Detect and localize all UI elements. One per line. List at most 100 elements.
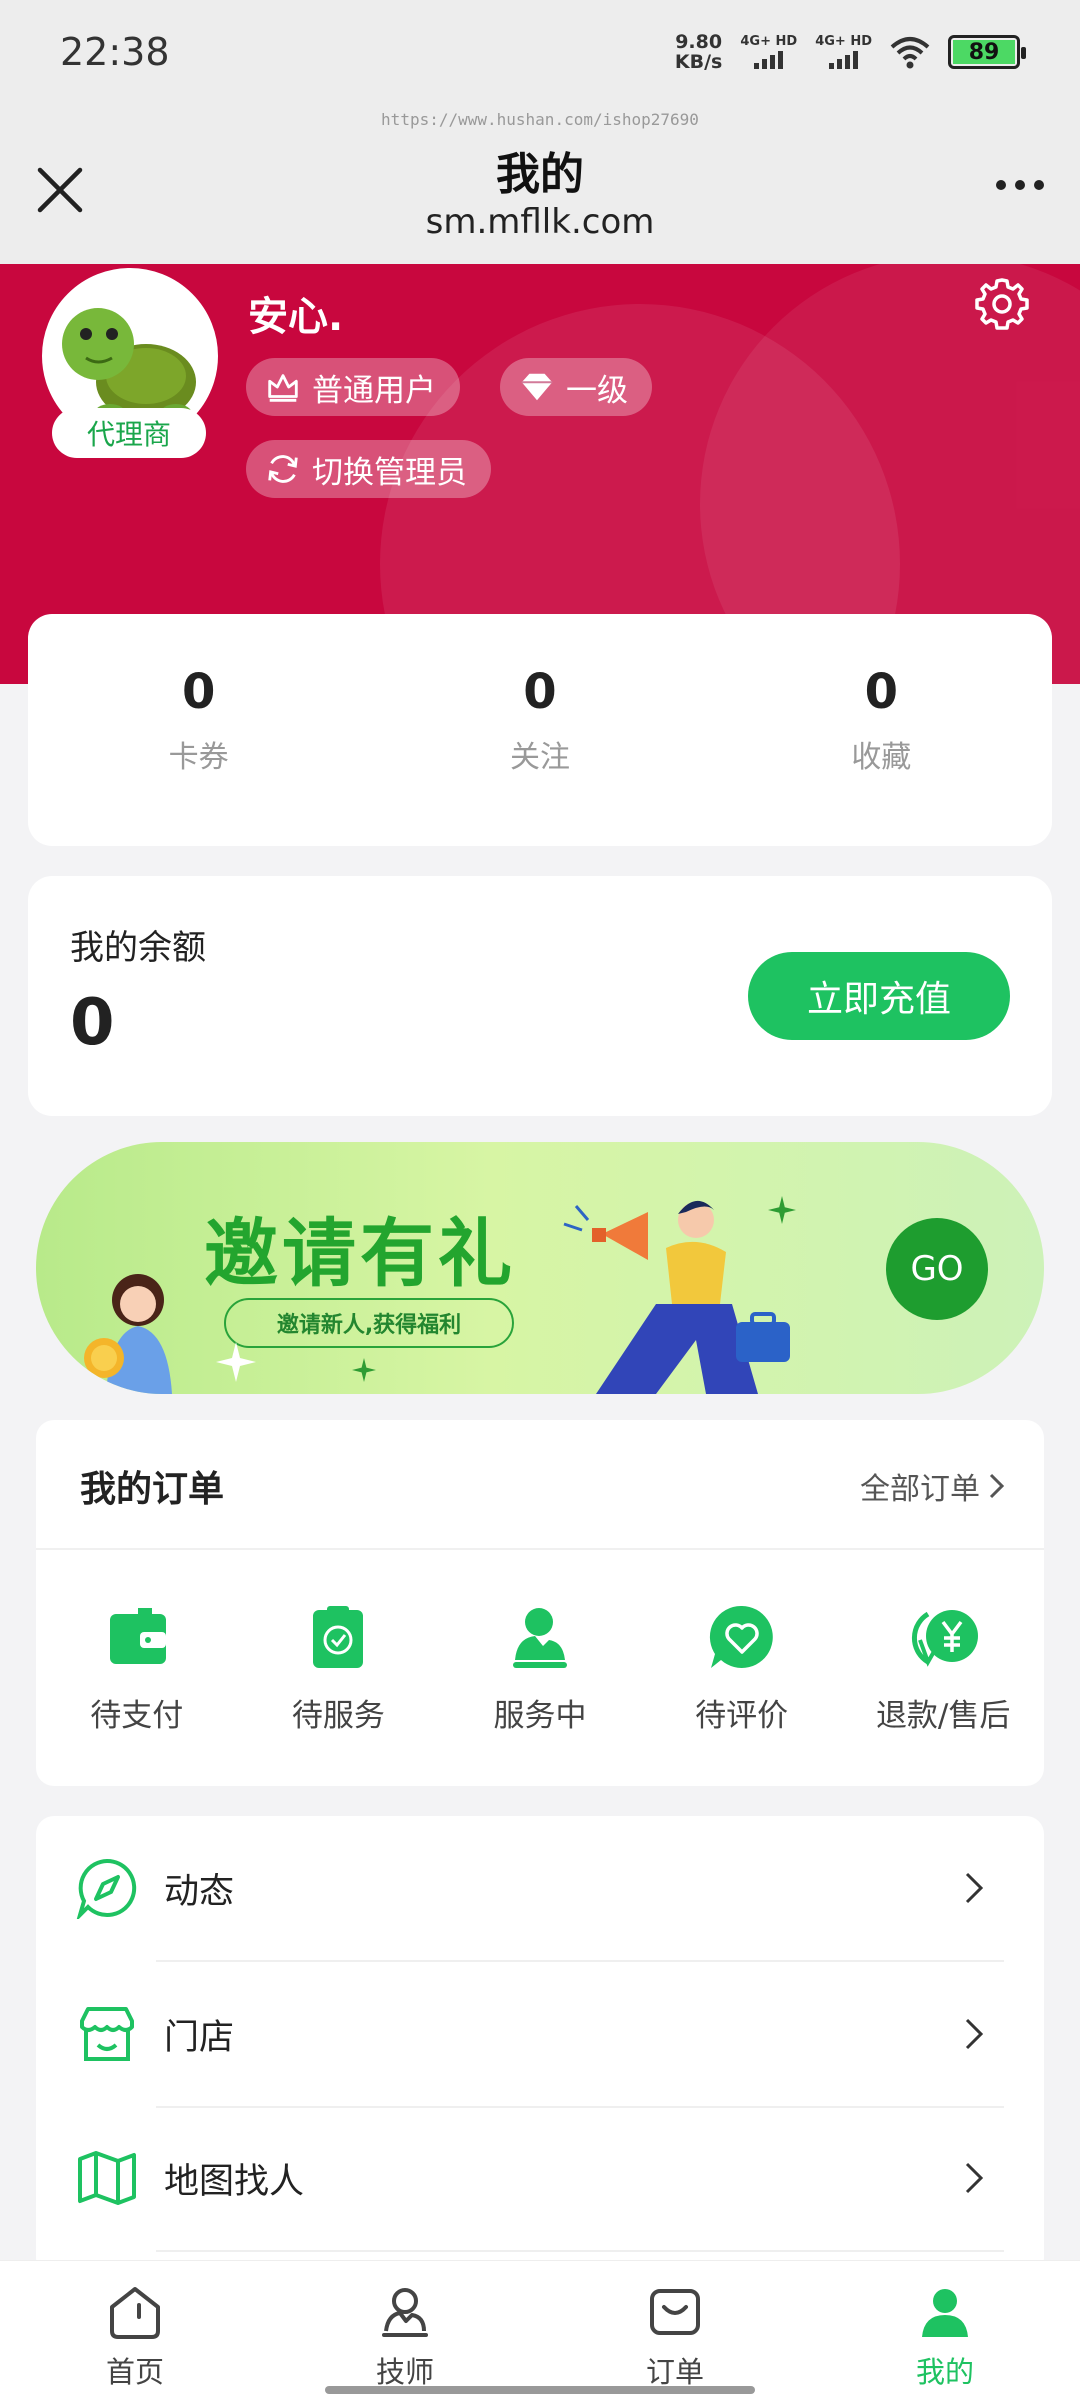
- chevron-right-icon: [965, 1872, 984, 1904]
- network-speed-unit: KB/s: [674, 51, 723, 73]
- order-pending-payment[interactable]: 待支付: [36, 1600, 238, 1735]
- refund-label: 退款/售后: [875, 1698, 1011, 1734]
- signal-sim2-icon: 4G+ HD: [815, 35, 872, 69]
- all-orders-label: 全部订单: [860, 1472, 980, 1507]
- chevron-right-icon: [965, 2018, 984, 2050]
- sim2-label: 4G+ HD: [815, 34, 872, 49]
- all-orders-link[interactable]: 全部订单: [860, 1464, 1008, 1508]
- follows-count: 0: [523, 664, 557, 720]
- map-search-label: 地图找人: [164, 2161, 305, 2202]
- technician-icon: [382, 2288, 428, 2337]
- page-title: 我的: [496, 149, 584, 200]
- order-status-row: 待支付 待服务 服务中 待评价 退款/售后: [36, 1600, 1044, 1735]
- stat-favorites[interactable]: 0 收藏: [711, 614, 1052, 846]
- balance-label: 我的余额: [70, 928, 206, 968]
- stat-coupons[interactable]: 0 卡券: [28, 614, 369, 846]
- favorites-count: 0: [864, 664, 899, 720]
- status-time: 22:38: [60, 30, 170, 74]
- nav-mine-label: 我的: [915, 2355, 974, 2389]
- compass-icon: [76, 1858, 137, 1919]
- username: 安心.: [248, 294, 344, 340]
- chevron-right-icon: [965, 2162, 984, 2194]
- store-icon: [80, 2007, 134, 2061]
- grade-tag: 一级: [500, 358, 652, 416]
- nav-mine[interactable]: 我的: [810, 2261, 1080, 2400]
- order-pending-review[interactable]: 待评价: [641, 1600, 843, 1735]
- menu-item-store[interactable]: 门店: [36, 1962, 1044, 2106]
- sparkle-icon: [352, 1358, 376, 1382]
- divider: [36, 1548, 1044, 1550]
- status-bar: 22:38 9.80 KB/s 4G+ HD 4G+ HD 89: [0, 0, 1080, 110]
- nav-technician-label: 技师: [375, 2355, 434, 2389]
- my-orders-card: 我的订单 全部订单 待支付 待服务 服务中 待评价 退款/售后: [36, 1420, 1044, 1786]
- invite-title: 邀请有礼: [204, 1211, 516, 1297]
- heart-chat-icon: [709, 1605, 773, 1668]
- nav-orders-label: 订单: [645, 2355, 704, 2389]
- network-speed: 9.80 KB/s: [675, 32, 722, 72]
- go-button[interactable]: GO: [886, 1218, 988, 1320]
- url-watermark: https://www.hushan.com/ishop27690: [381, 110, 699, 129]
- girl-illustration-icon: [84, 1274, 172, 1394]
- sim1-label: 4G+ HD: [740, 34, 798, 49]
- favorites-label: 收藏: [851, 740, 912, 775]
- invite-subtitle: 邀请新人,获得福利: [224, 1298, 514, 1348]
- coupons-count: 0: [181, 664, 216, 720]
- app-header: https://www.hushan.com/ishop27690 我的 sm.…: [0, 110, 1080, 264]
- coupons-label: 卡券: [168, 740, 229, 775]
- balance-value: 0: [70, 986, 115, 1060]
- sparkle-icon: [216, 1342, 256, 1382]
- signal-sim1-icon: 4G+ HD: [740, 35, 797, 69]
- home-indicator: [325, 2386, 755, 2394]
- user-icon: [922, 2289, 968, 2337]
- sparkle-icon: [768, 1196, 796, 1224]
- stats-card: 0 卡券 0 关注 0 收藏: [28, 614, 1052, 846]
- page-domain: sm.mfllk.com: [425, 202, 655, 242]
- more-icon[interactable]: [996, 180, 1044, 190]
- network-speed-value: 9.80: [675, 31, 723, 53]
- divider: [156, 2250, 1004, 2252]
- switch-admin-label: 切换管理员: [312, 454, 467, 491]
- menu-item-feed[interactable]: 动态: [36, 1816, 1044, 1960]
- order-icon: [650, 2289, 700, 2335]
- feed-label: 动态: [164, 1871, 235, 1912]
- orders-title: 我的订单: [80, 1469, 225, 1510]
- pending-service-label: 待服务: [291, 1698, 385, 1734]
- in-service-label: 服务中: [493, 1698, 587, 1734]
- technician-icon: [512, 1608, 567, 1668]
- grade-label: 一级: [566, 372, 628, 409]
- home-icon: [110, 2287, 160, 2339]
- follows-label: 关注: [509, 740, 570, 775]
- wifi-icon: [890, 37, 930, 69]
- wallet-icon: [109, 1608, 166, 1664]
- refund-yen-icon: [912, 1610, 979, 1667]
- megaphone-man-illustration-icon: [563, 1200, 790, 1394]
- pending-payment-label: 待支付: [90, 1698, 184, 1734]
- nav-home[interactable]: 首页: [0, 2261, 270, 2400]
- agent-badge: 代理商: [52, 408, 206, 458]
- refresh-icon: [268, 455, 298, 483]
- store-label: 门店: [164, 2017, 235, 2058]
- order-refund[interactable]: 退款/售后: [842, 1600, 1044, 1735]
- recharge-button[interactable]: 立即充值: [748, 952, 1010, 1040]
- switch-admin-button[interactable]: 切换管理员: [246, 440, 491, 498]
- menu-list: 动态 门店 地图找人: [36, 1816, 1044, 2276]
- crown-icon: [268, 374, 298, 402]
- user-type-label: 普通用户: [312, 372, 436, 409]
- order-in-service[interactable]: 服务中: [439, 1600, 641, 1735]
- user-level-tag: 普通用户: [246, 358, 460, 416]
- chevron-right-icon: [989, 1473, 1005, 1499]
- nav-home-label: 首页: [105, 2355, 164, 2389]
- invite-banner[interactable]: 邀请有礼 邀请新人,获得福利 GO: [36, 1142, 1044, 1394]
- map-icon: [78, 2151, 136, 2205]
- status-icons: 9.80 KB/s 4G+ HD 4G+ HD 89: [675, 32, 1026, 72]
- menu-item-map-search[interactable]: 地图找人: [36, 2106, 1044, 2250]
- gear-icon[interactable]: [974, 276, 1030, 332]
- nav-orders[interactable]: 订单: [540, 2261, 810, 2400]
- balance-card: 我的余额 0 立即充值: [28, 876, 1052, 1116]
- battery-level: 89: [953, 40, 1015, 65]
- nav-technician[interactable]: 技师: [270, 2261, 540, 2400]
- diamond-icon: [521, 373, 553, 401]
- stat-follows[interactable]: 0 关注: [369, 614, 710, 846]
- order-pending-service[interactable]: 待服务: [238, 1600, 440, 1735]
- bottom-nav: 首页 技师 订单 我的: [0, 2260, 1080, 2400]
